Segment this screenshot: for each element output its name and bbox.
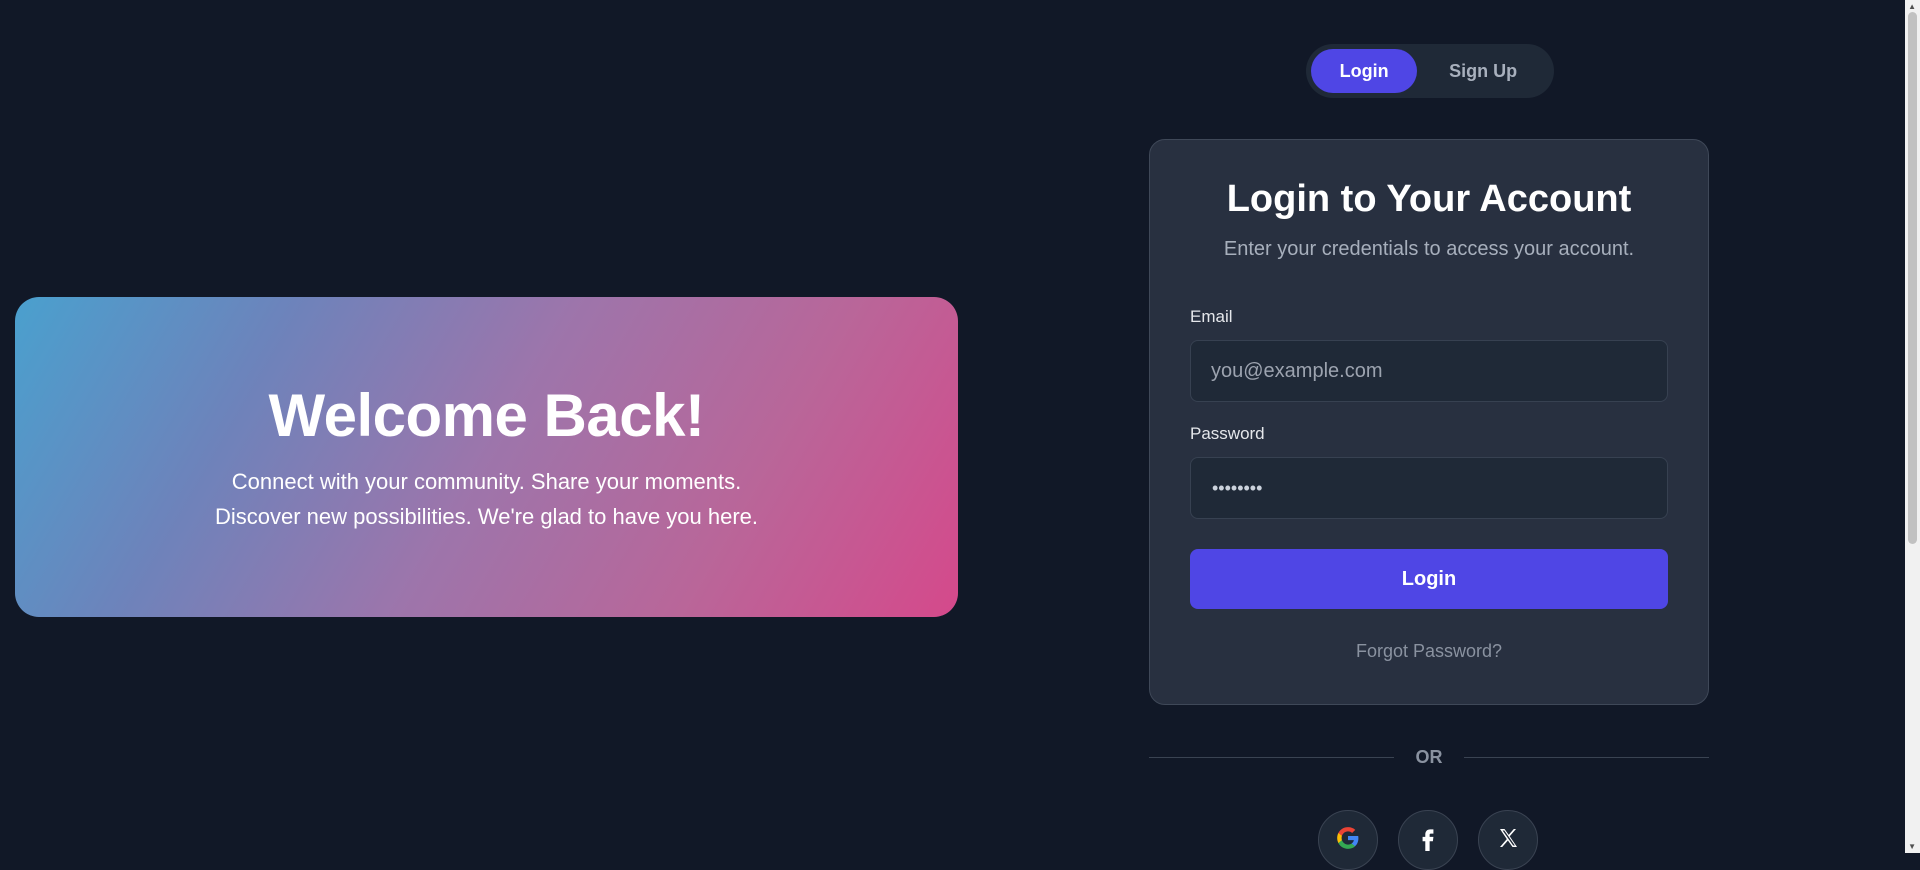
welcome-text-line-1: Connect with your community. Share your … — [231, 468, 742, 494]
facebook-icon — [1415, 825, 1441, 856]
x-login-button[interactable] — [1478, 810, 1538, 870]
scrollbar-thumb[interactable] — [1908, 12, 1917, 544]
divider-right — [1464, 757, 1709, 758]
forgot-password-link[interactable]: Forgot Password? — [1149, 641, 1709, 662]
or-divider-text: OR — [1415, 747, 1443, 767]
password-value: •••••••• — [1212, 478, 1263, 498]
tab-login[interactable]: Login — [1311, 49, 1418, 93]
welcome-text: Connect with your community. Share your … — [215, 464, 758, 534]
login-button[interactable]: Login — [1190, 549, 1668, 609]
password-label: Password — [1190, 424, 1265, 443]
facebook-login-button[interactable] — [1398, 810, 1458, 870]
auth-tabs: Login Sign Up — [1306, 44, 1554, 98]
page-scrollbar[interactable]: ▲ ▼ — [1905, 0, 1920, 853]
x-icon — [1496, 826, 1520, 855]
google-icon — [1335, 825, 1361, 856]
divider-left — [1149, 757, 1394, 758]
google-login-button[interactable] — [1318, 810, 1378, 870]
email-field[interactable] — [1190, 340, 1668, 402]
tab-sign-up[interactable]: Sign Up — [1417, 49, 1549, 93]
login-card-title: Login to Your Account — [1226, 178, 1632, 220]
login-card — [1149, 139, 1709, 705]
welcome-title: Welcome Back! — [268, 381, 705, 449]
scroll-down-arrow-icon[interactable]: ▼ — [1908, 842, 1916, 851]
scroll-up-arrow-icon[interactable]: ▲ — [1908, 2, 1916, 11]
welcome-banner: Welcome Back! Connect with your communit… — [15, 297, 958, 617]
email-label: Email — [1190, 307, 1233, 326]
welcome-text-line-2: Discover new possibilities. We're glad t… — [214, 503, 759, 529]
login-card-subtitle: Enter your credentials to access your ac… — [1223, 238, 1635, 260]
